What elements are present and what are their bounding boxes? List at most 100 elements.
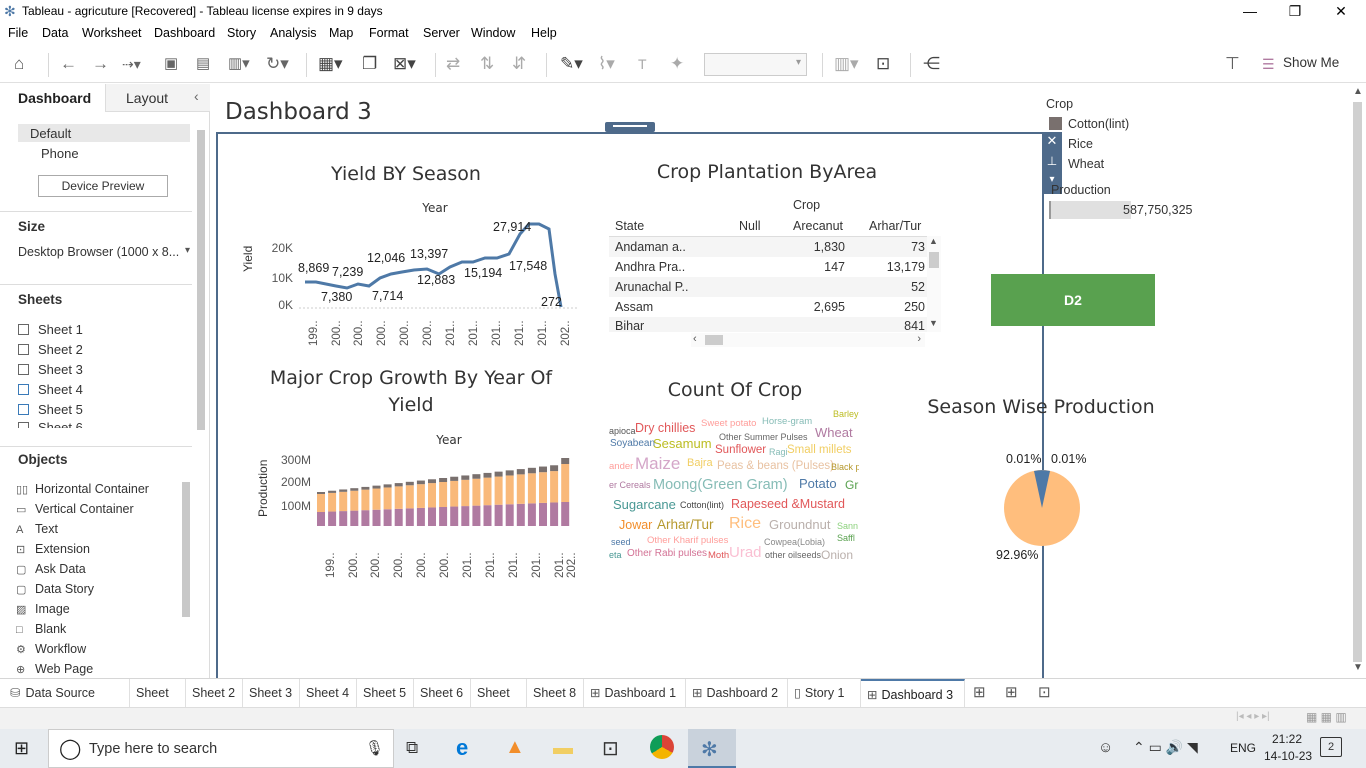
scroll-up-icon[interactable]: ▲ bbox=[929, 236, 938, 246]
sheet-item-6[interactable]: Sheet 6 bbox=[18, 420, 83, 428]
tab-dashboard-1[interactable]: ⊞ Dashboard 1 bbox=[584, 679, 686, 707]
menu-analysis[interactable]: Analysis bbox=[270, 26, 317, 40]
tab-sheet-1[interactable]: Sheet 1 bbox=[130, 679, 186, 728]
tab-sheet-7[interactable]: Sheet 7 bbox=[471, 679, 527, 728]
object-data-story[interactable]: ▢ Data Story bbox=[16, 582, 94, 596]
menu-map[interactable]: Map bbox=[329, 26, 353, 40]
sheet-item-1[interactable]: Sheet 1 bbox=[18, 322, 83, 337]
refresh-icon[interactable]: ↻▾ bbox=[266, 54, 289, 74]
nav-first-icon[interactable]: |◂ ◂ ▸ ▸| bbox=[1236, 711, 1270, 722]
menu-help[interactable]: Help bbox=[531, 26, 557, 40]
fit-dropdown[interactable]: ▾ bbox=[704, 53, 807, 76]
chrome-icon[interactable] bbox=[650, 735, 674, 759]
scroll-down-icon[interactable]: ▼ bbox=[1353, 662, 1363, 673]
object-vertical-container[interactable]: ▭ Vertical Container bbox=[16, 502, 134, 516]
device-preview-button[interactable]: Device Preview bbox=[38, 175, 168, 197]
show-me-icon[interactable]: ☰ bbox=[1262, 54, 1275, 74]
object-workflow[interactable]: ⚙ Workflow bbox=[16, 642, 86, 656]
canvas-scrollbar[interactable]: ▲ ▼ bbox=[1349, 84, 1366, 678]
legend-item[interactable]: Wheat bbox=[1049, 157, 1104, 171]
legend-item[interactable]: Cotton(lint) bbox=[1049, 117, 1129, 131]
scroll-right-icon[interactable]: › bbox=[917, 333, 921, 345]
edge-icon[interactable]: e bbox=[456, 735, 468, 761]
menu-server[interactable]: Server bbox=[423, 26, 460, 40]
notification-button[interactable]: 2 bbox=[1320, 737, 1342, 757]
presentation-icon[interactable]: ⊡ bbox=[876, 54, 890, 74]
menu-worksheet[interactable]: Worksheet bbox=[82, 26, 142, 40]
object-extension[interactable]: ⊡ Extension bbox=[16, 542, 90, 556]
clock-date[interactable]: 14-10-23 bbox=[1264, 749, 1312, 763]
new-worksheet-icon[interactable]: ▦▾ bbox=[318, 54, 343, 74]
menu-story[interactable]: Story bbox=[227, 26, 256, 40]
redo-icon[interactable]: → bbox=[92, 54, 109, 74]
tab-sheet-2[interactable]: Sheet 2 bbox=[186, 679, 243, 707]
object-web-page[interactable]: ⊕ Web Page bbox=[16, 662, 93, 676]
menu-format[interactable]: Format bbox=[369, 26, 409, 40]
highlight-icon[interactable]: ✎▾ bbox=[560, 54, 583, 74]
pin-icon[interactable]: ✦ bbox=[670, 54, 684, 74]
file-explorer-icon[interactable]: ▬ bbox=[553, 737, 573, 760]
production-slider[interactable] bbox=[1049, 201, 1131, 219]
scroll-down-icon[interactable]: ▼ bbox=[929, 318, 938, 328]
tab-dashboard[interactable]: Dashboard bbox=[0, 84, 105, 114]
table-v-scrollbar[interactable]: ▲ ▼ bbox=[927, 236, 941, 332]
people-icon[interactable]: ☺ bbox=[1098, 739, 1113, 756]
legend-item[interactable]: Rice bbox=[1049, 137, 1093, 151]
show-cards-icon[interactable]: ▥▾ bbox=[834, 54, 859, 74]
menu-data[interactable]: Data bbox=[42, 26, 68, 40]
menu-dashboard[interactable]: Dashboard bbox=[154, 26, 215, 40]
object-ask-data[interactable]: ▢ Ask Data bbox=[16, 562, 86, 576]
group-icon[interactable]: ⌇▾ bbox=[598, 54, 615, 74]
pane-scrollbar[interactable] bbox=[182, 114, 208, 674]
save-icon[interactable]: ▣ bbox=[164, 54, 178, 74]
sheet-item-5[interactable]: Sheet 5 bbox=[18, 402, 83, 417]
show-me-label[interactable]: Show Me bbox=[1283, 55, 1339, 70]
menu-window[interactable]: Window bbox=[471, 26, 515, 40]
new-worksheet-tab-icon[interactable]: ⊞ bbox=[973, 683, 986, 701]
format-painter-icon[interactable]: ⊤ bbox=[1225, 54, 1240, 74]
task-view-icon[interactable]: ⧉ bbox=[406, 738, 418, 758]
replay-icon[interactable]: ⇢▾ bbox=[122, 54, 141, 74]
tab-dashboard-3[interactable]: ⊞ Dashboard 3 bbox=[861, 679, 965, 707]
microphone-icon[interactable]: 🎙 bbox=[365, 739, 384, 757]
store-icon[interactable]: ⊡ bbox=[602, 736, 619, 761]
d2-button[interactable]: D2 bbox=[991, 274, 1155, 326]
pause-updates-icon[interactable]: ▥▾ bbox=[228, 54, 250, 74]
vlc-icon[interactable]: ▲ bbox=[505, 736, 525, 759]
tab-sheet-5[interactable]: Sheet 5 bbox=[357, 679, 414, 707]
tab-sheet-8[interactable]: Sheet 8 bbox=[527, 679, 584, 707]
tab-sheet-4[interactable]: Sheet 4 bbox=[300, 679, 357, 707]
clear-sheet-icon[interactable]: ⊠▾ bbox=[393, 54, 416, 74]
duplicate-icon[interactable]: ❐ bbox=[362, 54, 377, 74]
device-phone[interactable]: Phone bbox=[41, 146, 79, 161]
restore-button[interactable]: ❐ bbox=[1272, 0, 1318, 23]
scroll-left-icon[interactable]: ‹ bbox=[693, 333, 697, 345]
share-icon[interactable]: ⋲ bbox=[923, 54, 940, 74]
sheet-item-3[interactable]: Sheet 3 bbox=[18, 362, 83, 377]
tab-sheet-6[interactable]: Sheet 6 bbox=[414, 679, 471, 707]
undo-icon[interactable]: ← bbox=[60, 54, 77, 74]
sheet-item-2[interactable]: Sheet 2 bbox=[18, 342, 83, 357]
new-dashboard-tab-icon[interactable]: ⊞ bbox=[1005, 683, 1018, 701]
tab-dashboard-2[interactable]: ⊞ Dashboard 2 bbox=[686, 679, 788, 707]
new-datasource-icon[interactable]: ▤ bbox=[196, 54, 210, 74]
object-horizontal-container[interactable]: ▯▯ Horizontal Container bbox=[16, 482, 149, 496]
tray-icons[interactable]: ⌃ ▭ 🔊 ◥ bbox=[1133, 739, 1198, 756]
close-button[interactable]: ✕ bbox=[1318, 0, 1364, 23]
tab-story-1[interactable]: ▯ Story 1 bbox=[788, 679, 861, 707]
grid-view-icon[interactable]: ▦ ▦ ▥ bbox=[1306, 710, 1347, 724]
tab-data-source[interactable]: ⛁ Data Source bbox=[4, 679, 130, 707]
tableau-taskbar-button[interactable]: ✻ bbox=[688, 729, 736, 768]
clock-time[interactable]: 21:22 bbox=[1272, 732, 1302, 746]
home-icon[interactable]: ⌂ bbox=[14, 54, 24, 74]
taskbar-search-box[interactable]: ◯ Type here to search 🎙 bbox=[48, 729, 394, 768]
device-default[interactable]: Default bbox=[18, 124, 190, 142]
swap-icon[interactable]: ⇄ bbox=[446, 54, 460, 74]
new-story-tab-icon[interactable]: ⊡ bbox=[1038, 683, 1051, 701]
scroll-up-icon[interactable]: ▲ bbox=[1353, 86, 1363, 97]
object-blank[interactable]: □ Blank bbox=[16, 622, 66, 636]
language-indicator[interactable]: ENG bbox=[1230, 741, 1256, 755]
tab-sheet-3[interactable]: Sheet 3 bbox=[243, 679, 300, 707]
object-image[interactable]: ▨ Image bbox=[16, 602, 70, 616]
sort-desc-icon[interactable]: ⇵ bbox=[512, 54, 526, 74]
